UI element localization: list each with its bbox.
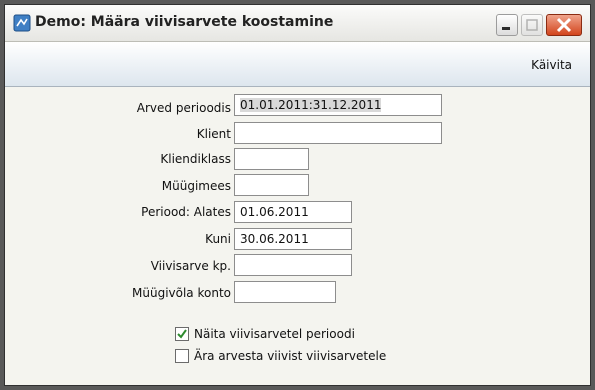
checkmark-icon bbox=[177, 329, 187, 339]
ara-arvesta-viivist-checkbox[interactable] bbox=[175, 349, 189, 363]
minimize-button[interactable] bbox=[496, 14, 518, 36]
dialog-window: Demo: Määra viivisarvete koostamine Käiv… bbox=[4, 4, 591, 386]
kliendiklass-label: Kliendiklass bbox=[160, 152, 231, 166]
kliendiklass-field[interactable] bbox=[234, 148, 309, 170]
window-title: Demo: Määra viivisarvete koostamine bbox=[35, 14, 334, 30]
naita-perioodi-checkbox[interactable] bbox=[175, 327, 189, 341]
klient-label: Klient bbox=[196, 127, 231, 141]
arved-perioodis-value: 01.01.2011:31.12.2011 bbox=[240, 98, 382, 112]
arved-perioodis-field[interactable]: 01.01.2011:31.12.2011 bbox=[234, 94, 442, 116]
kuni-label: Kuni bbox=[205, 232, 231, 246]
myygimees-label: Müügimees bbox=[161, 179, 231, 193]
naita-perioodi-label[interactable]: Näita viivisarvetel perioodi bbox=[194, 327, 355, 341]
minimize-icon bbox=[502, 27, 510, 30]
maximize-icon bbox=[526, 19, 538, 31]
maximize-button[interactable] bbox=[521, 14, 543, 36]
myygivola-konto-label: Müügivõla konto bbox=[132, 286, 231, 300]
periood-alates-label: Periood: Alates bbox=[141, 205, 231, 219]
close-button[interactable] bbox=[546, 14, 582, 36]
title-bar[interactable]: Demo: Määra viivisarvete koostamine bbox=[5, 5, 590, 42]
arved-perioodis-label: Arved perioodis bbox=[136, 101, 231, 115]
klient-field[interactable] bbox=[234, 122, 442, 144]
toolbar: Käivita bbox=[5, 42, 590, 87]
myygivola-konto-field[interactable] bbox=[234, 281, 336, 303]
app-icon bbox=[13, 14, 31, 32]
ara-arvesta-viivist-label[interactable]: Ära arvesta viivist viivisarvetele bbox=[194, 349, 386, 363]
viivisarve-kp-field[interactable] bbox=[234, 254, 352, 276]
viivisarve-kp-label: Viivisarve kp. bbox=[150, 259, 231, 273]
periood-alates-field[interactable]: 01.06.2011 bbox=[234, 201, 352, 223]
close-icon bbox=[556, 17, 572, 33]
myygimees-field[interactable] bbox=[234, 174, 309, 196]
run-button[interactable]: Käivita bbox=[531, 58, 572, 72]
kuni-field[interactable]: 30.06.2011 bbox=[234, 228, 352, 250]
